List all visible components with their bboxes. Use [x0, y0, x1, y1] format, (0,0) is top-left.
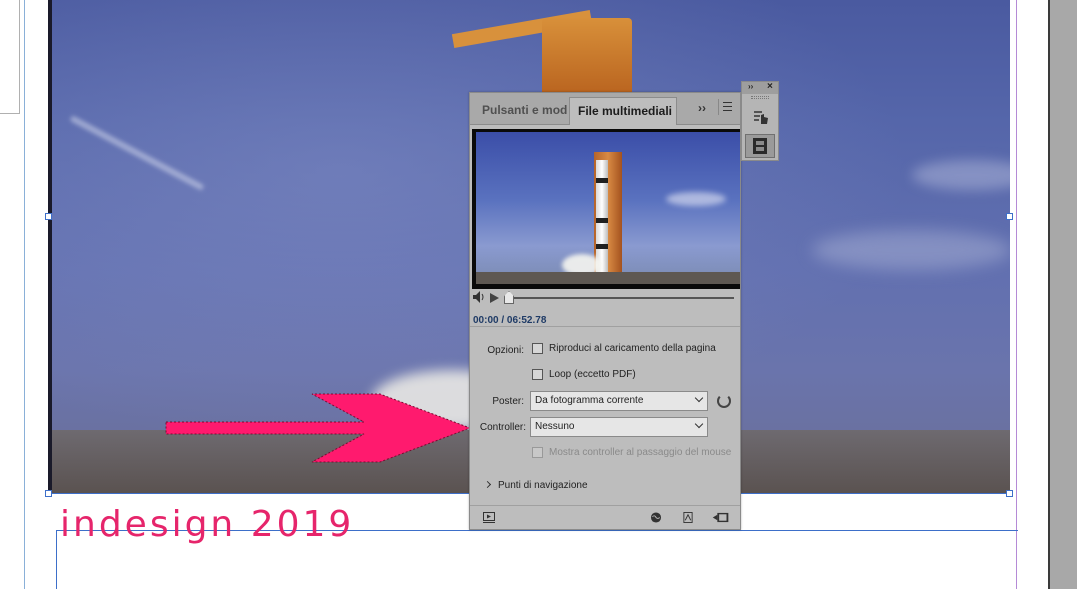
controller-label: Controller:: [479, 422, 526, 433]
rocket-band: [596, 178, 608, 183]
page-gutter: [1018, 0, 1048, 589]
buttons-forms-panel-button[interactable]: [745, 106, 775, 130]
resize-handle[interactable]: [45, 490, 52, 497]
expand-panels-icon[interactable]: ››: [748, 82, 753, 91]
panel-tab-bar: Pulsanti e modu File multimediali ››: [470, 93, 740, 125]
panel-footer: [470, 505, 740, 529]
page-margin-box: [0, 0, 20, 114]
refresh-icon[interactable]: [717, 394, 731, 408]
drag-grip[interactable]: [751, 96, 769, 99]
strip-header: ›› ×: [742, 81, 778, 94]
nav-points-label: Punti di navigazione: [498, 480, 588, 491]
video-from-url-icon[interactable]: [712, 512, 730, 523]
resize-handle[interactable]: [45, 213, 52, 220]
tab-buttons-forms[interactable]: Pulsanti e modu: [474, 97, 568, 125]
close-icon[interactable]: ×: [767, 81, 773, 92]
globe-icon[interactable]: [650, 512, 662, 523]
chevron-down-icon: [694, 419, 704, 429]
caption-text[interactable]: indesign 2019: [60, 504, 354, 545]
autoplay-label: Riproduci al caricamento della pagina: [549, 343, 716, 354]
poster-select-value: Da fotogramma corrente: [535, 395, 644, 406]
speaker-icon[interactable]: [472, 290, 486, 304]
preview-icon[interactable]: [483, 512, 495, 523]
cloud: [812, 230, 1010, 270]
collapsed-panel-strip: ›› ×: [741, 81, 779, 161]
pasteboard: [1048, 0, 1077, 589]
margin-guide: [1016, 0, 1017, 589]
film-strip-icon: [753, 138, 767, 154]
divider: [470, 326, 740, 327]
scrub-bar[interactable]: [508, 297, 734, 299]
preview-frame-image: [476, 132, 740, 284]
loop-checkbox[interactable]: [532, 369, 543, 380]
scrub-handle[interactable]: [504, 291, 514, 304]
playback-controls: [470, 290, 740, 306]
hand-pointer-icon: [754, 111, 768, 124]
mouseover-checkbox[interactable]: [532, 447, 543, 458]
ground: [476, 272, 740, 284]
options-label: Opzioni:: [487, 345, 524, 356]
poster-select[interactable]: Da fotogramma corrente: [530, 391, 708, 411]
rocket-band: [596, 218, 608, 223]
indesign-window: indesign 2019 Pulsanti e modu File multi…: [0, 0, 1077, 589]
mouseover-label: Mostra controller al passaggio del mouse: [549, 447, 732, 458]
launch-tower: [542, 18, 632, 98]
media-preview[interactable]: [472, 129, 740, 289]
nav-points-toggle[interactable]: Punti di navigazione: [483, 480, 588, 491]
chevron-right-icon: [483, 480, 492, 489]
play-icon[interactable]: [490, 293, 499, 303]
chevron-down-icon: [694, 393, 704, 403]
controller-select-value: Nessuno: [535, 421, 575, 432]
resize-handle[interactable]: [1006, 213, 1013, 220]
more-tabs-icon[interactable]: ››: [698, 101, 706, 115]
controller-select[interactable]: Nessuno: [530, 417, 708, 437]
pdf-icon[interactable]: [682, 512, 694, 523]
page-edge-guide: [24, 0, 25, 589]
media-panel-button[interactable]: [745, 134, 775, 158]
resize-handle[interactable]: [1006, 490, 1013, 497]
tab-media[interactable]: File multimediali: [569, 97, 677, 125]
loop-label: Loop (eccetto PDF): [549, 369, 636, 380]
autoplay-checkbox[interactable]: [532, 343, 543, 354]
media-panel: Pulsanti e modu File multimediali ›› 00:…: [469, 92, 741, 530]
poster-label: Poster:: [492, 396, 524, 407]
rocket-band: [596, 244, 608, 249]
arrow-annotation-icon: [165, 393, 472, 463]
timecode: 00:00 / 06:52.78: [473, 315, 547, 326]
panel-menu-icon[interactable]: [718, 99, 732, 115]
cloud: [666, 192, 726, 206]
